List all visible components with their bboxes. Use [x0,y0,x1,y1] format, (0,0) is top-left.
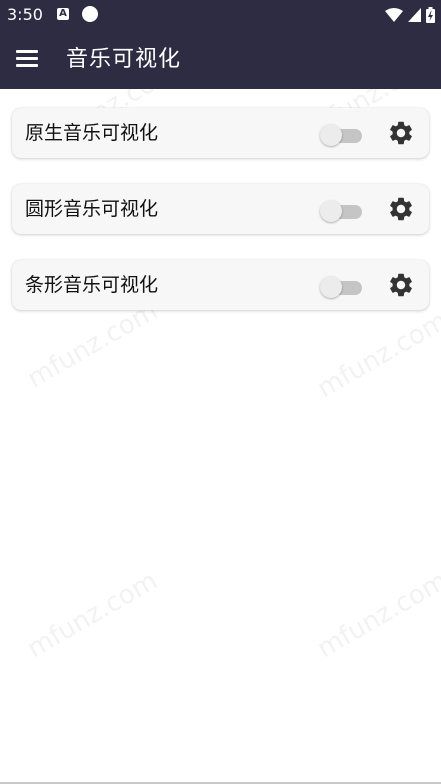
native-visualizer-toggle[interactable] [320,123,364,147]
circle-visualizer-toggle[interactable] [320,199,364,223]
bar-visualizer-toggle[interactable] [320,275,364,299]
watermark: mfunz.com [312,305,441,405]
battery-icon [426,7,435,23]
list-item-native-visualizer: 原生音乐可视化 [12,108,429,158]
gear-icon[interactable] [387,119,415,147]
item-label: 原生音乐可视化 [25,122,159,144]
item-label: 圆形音乐可视化 [25,198,159,220]
app-bar: 音乐可视化 [0,30,441,89]
gear-icon[interactable] [387,195,415,223]
gear-icon[interactable] [387,271,415,299]
watermark: mfunz.com [22,295,163,395]
list-item-bar-visualizer: 条形音乐可视化 [12,260,429,310]
item-label: 条形音乐可视化 [25,274,159,296]
watermark: mfunz.com [22,565,163,665]
page-title: 音乐可视化 [66,47,182,72]
a-notification-icon: A [57,8,69,20]
status-icons [385,6,435,24]
status-time: 3:50 [7,5,43,24]
status-bar: 3:50 A [0,0,441,30]
watermark: mfunz.com [312,565,441,665]
wifi-icon [385,8,403,22]
list-item-circle-visualizer: 圆形音乐可视化 [12,184,429,234]
hamburger-menu-icon[interactable] [16,50,38,68]
circle-notification-icon [82,6,98,22]
cell-signal-icon [408,8,421,22]
